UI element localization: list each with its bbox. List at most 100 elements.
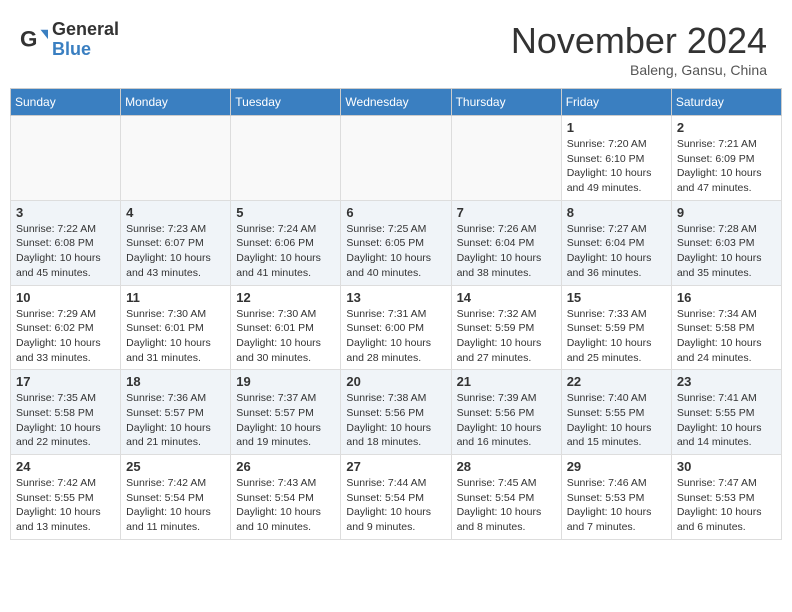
day-info: Sunrise: 7:41 AM Sunset: 5:55 PM Dayligh…: [677, 391, 776, 450]
day-info: Sunrise: 7:38 AM Sunset: 5:56 PM Dayligh…: [346, 391, 445, 450]
calendar-day-cell: 12Sunrise: 7:30 AM Sunset: 6:01 PM Dayli…: [231, 285, 341, 370]
calendar-day-cell: 21 Sunrise: 7:39 AM Sunset: 5:56 PM Dayli…: [451, 370, 561, 455]
calendar-day-cell: [121, 116, 231, 201]
day-info: Sunrise: 7:33 AM Sunset: 5:59 PM Dayligh…: [567, 307, 666, 366]
calendar-week-row: 1 Sunrise: 7:20 AM Sunset: 6:10 PM Daylig…: [11, 116, 782, 201]
day-number: 15: [567, 290, 666, 305]
day-info: Sunrise: 7:46 AM Sunset: 5:53 PM Dayligh…: [567, 476, 666, 535]
calendar-day-cell: 6 Sunrise: 7:25 AM Sunset: 6:05 PM Daylig…: [341, 200, 451, 285]
day-number: 11: [126, 290, 225, 305]
day-info: Sunrise: 7:35 AM Sunset: 5:58 PM Dayligh…: [16, 391, 115, 450]
day-info: Sunrise: 7:20 AM Sunset: 6:10 PM Dayligh…: [567, 137, 666, 196]
day-number: 5: [236, 205, 335, 220]
day-number: 19: [236, 374, 335, 389]
day-number: 26: [236, 459, 335, 474]
day-info: Sunrise: 7:28 AM Sunset: 6:03 PM Dayligh…: [677, 222, 776, 281]
day-number: 13: [346, 290, 445, 305]
day-info: Sunrise: 7:40 AM Sunset: 5:55 PM Dayligh…: [567, 391, 666, 450]
calendar-day-cell: [341, 116, 451, 201]
calendar-day-cell: [11, 116, 121, 201]
calendar-day-cell: 27 Sunrise: 7:44 AM Sunset: 5:54 PM Dayli…: [341, 455, 451, 540]
day-number: 10: [16, 290, 115, 305]
day-number: 16: [677, 290, 776, 305]
calendar-day-cell: 3 Sunrise: 7:22 AM Sunset: 6:08 PM Daylig…: [11, 200, 121, 285]
calendar-table: SundayMondayTuesdayWednesdayThursdayFrid…: [10, 88, 782, 540]
calendar-day-cell: 5Sunrise: 7:24 AM Sunset: 6:06 PM Daylig…: [231, 200, 341, 285]
day-info: Sunrise: 7:43 AM Sunset: 5:54 PM Dayligh…: [236, 476, 335, 535]
calendar-day-cell: [451, 116, 561, 201]
calendar-day-cell: 24 Sunrise: 7:42 AM Sunset: 5:55 PM Dayli…: [11, 455, 121, 540]
day-number: 7: [457, 205, 556, 220]
calendar-day-cell: 15 Sunrise: 7:33 AM Sunset: 5:59 PM Dayli…: [561, 285, 671, 370]
day-number: 23: [677, 374, 776, 389]
calendar-day-cell: 22 Sunrise: 7:40 AM Sunset: 5:55 PM Dayli…: [561, 370, 671, 455]
day-number: 12: [236, 290, 335, 305]
day-info: Sunrise: 7:32 AM Sunset: 5:59 PM Dayligh…: [457, 307, 556, 366]
calendar-day-cell: 11Sunrise: 7:30 AM Sunset: 6:01 PM Dayli…: [121, 285, 231, 370]
day-number: 1: [567, 120, 666, 135]
day-info: Sunrise: 7:21 AM Sunset: 6:09 PM Dayligh…: [677, 137, 776, 196]
day-number: 18: [126, 374, 225, 389]
calendar-day-cell: 29Sunrise: 7:46 AM Sunset: 5:53 PM Dayli…: [561, 455, 671, 540]
calendar-day-cell: 28Sunrise: 7:45 AM Sunset: 5:54 PM Dayli…: [451, 455, 561, 540]
day-number: 6: [346, 205, 445, 220]
day-number: 3: [16, 205, 115, 220]
svg-text:G: G: [20, 26, 37, 51]
calendar-day-cell: 10 Sunrise: 7:29 AM Sunset: 6:02 PM Dayli…: [11, 285, 121, 370]
title-block: November 2024 Baleng, Gansu, China: [511, 20, 767, 78]
calendar-day-cell: 19 Sunrise: 7:37 AM Sunset: 5:57 PM Dayli…: [231, 370, 341, 455]
calendar-week-row: 17 Sunrise: 7:35 AM Sunset: 5:58 PM Dayli…: [11, 370, 782, 455]
weekday-header: Wednesday: [341, 89, 451, 116]
day-info: Sunrise: 7:31 AM Sunset: 6:00 PM Dayligh…: [346, 307, 445, 366]
day-number: 2: [677, 120, 776, 135]
location-subtitle: Baleng, Gansu, China: [511, 62, 767, 78]
day-info: Sunrise: 7:23 AM Sunset: 6:07 PM Dayligh…: [126, 222, 225, 281]
day-number: 4: [126, 205, 225, 220]
weekday-header: Thursday: [451, 89, 561, 116]
calendar-header-row: SundayMondayTuesdayWednesdayThursdayFrid…: [11, 89, 782, 116]
day-number: 17: [16, 374, 115, 389]
calendar-day-cell: 20Sunrise: 7:38 AM Sunset: 5:56 PM Dayli…: [341, 370, 451, 455]
weekday-header: Friday: [561, 89, 671, 116]
day-info: Sunrise: 7:27 AM Sunset: 6:04 PM Dayligh…: [567, 222, 666, 281]
logo: G General Blue: [20, 20, 119, 60]
day-info: Sunrise: 7:42 AM Sunset: 5:55 PM Dayligh…: [16, 476, 115, 535]
logo-text: General Blue: [52, 20, 119, 60]
weekday-header: Saturday: [671, 89, 781, 116]
weekday-header: Tuesday: [231, 89, 341, 116]
day-number: 30: [677, 459, 776, 474]
calendar-day-cell: 30Sunrise: 7:47 AM Sunset: 5:53 PM Dayli…: [671, 455, 781, 540]
calendar-day-cell: 7 Sunrise: 7:26 AM Sunset: 6:04 PM Daylig…: [451, 200, 561, 285]
calendar-day-cell: 2 Sunrise: 7:21 AM Sunset: 6:09 PM Daylig…: [671, 116, 781, 201]
weekday-header: Monday: [121, 89, 231, 116]
calendar-day-cell: 23 Sunrise: 7:41 AM Sunset: 5:55 PM Dayli…: [671, 370, 781, 455]
day-number: 22: [567, 374, 666, 389]
day-info: Sunrise: 7:44 AM Sunset: 5:54 PM Dayligh…: [346, 476, 445, 535]
day-info: Sunrise: 7:37 AM Sunset: 5:57 PM Dayligh…: [236, 391, 335, 450]
month-title: November 2024: [511, 20, 767, 62]
day-info: Sunrise: 7:39 AM Sunset: 5:56 PM Dayligh…: [457, 391, 556, 450]
calendar-day-cell: 17 Sunrise: 7:35 AM Sunset: 5:58 PM Dayli…: [11, 370, 121, 455]
calendar-day-cell: 18 Sunrise: 7:36 AM Sunset: 5:57 PM Dayli…: [121, 370, 231, 455]
day-number: 27: [346, 459, 445, 474]
day-info: Sunrise: 7:26 AM Sunset: 6:04 PM Dayligh…: [457, 222, 556, 281]
calendar-week-row: 3 Sunrise: 7:22 AM Sunset: 6:08 PM Daylig…: [11, 200, 782, 285]
calendar-day-cell: 13 Sunrise: 7:31 AM Sunset: 6:00 PM Dayli…: [341, 285, 451, 370]
logo-icon: G: [20, 26, 48, 54]
day-info: Sunrise: 7:22 AM Sunset: 6:08 PM Dayligh…: [16, 222, 115, 281]
day-number: 21: [457, 374, 556, 389]
calendar-day-cell: 25Sunrise: 7:42 AM Sunset: 5:54 PM Dayli…: [121, 455, 231, 540]
day-info: Sunrise: 7:36 AM Sunset: 5:57 PM Dayligh…: [126, 391, 225, 450]
calendar-day-cell: 14Sunrise: 7:32 AM Sunset: 5:59 PM Dayli…: [451, 285, 561, 370]
day-number: 28: [457, 459, 556, 474]
calendar-day-cell: [231, 116, 341, 201]
calendar-week-row: 24 Sunrise: 7:42 AM Sunset: 5:55 PM Dayli…: [11, 455, 782, 540]
day-number: 24: [16, 459, 115, 474]
day-info: Sunrise: 7:25 AM Sunset: 6:05 PM Dayligh…: [346, 222, 445, 281]
calendar-day-cell: 26 Sunrise: 7:43 AM Sunset: 5:54 PM Dayli…: [231, 455, 341, 540]
logo-general: General: [52, 20, 119, 40]
day-info: Sunrise: 7:29 AM Sunset: 6:02 PM Dayligh…: [16, 307, 115, 366]
calendar-day-cell: 1 Sunrise: 7:20 AM Sunset: 6:10 PM Daylig…: [561, 116, 671, 201]
calendar-day-cell: 4 Sunrise: 7:23 AM Sunset: 6:07 PM Daylig…: [121, 200, 231, 285]
day-info: Sunrise: 7:34 AM Sunset: 5:58 PM Dayligh…: [677, 307, 776, 366]
